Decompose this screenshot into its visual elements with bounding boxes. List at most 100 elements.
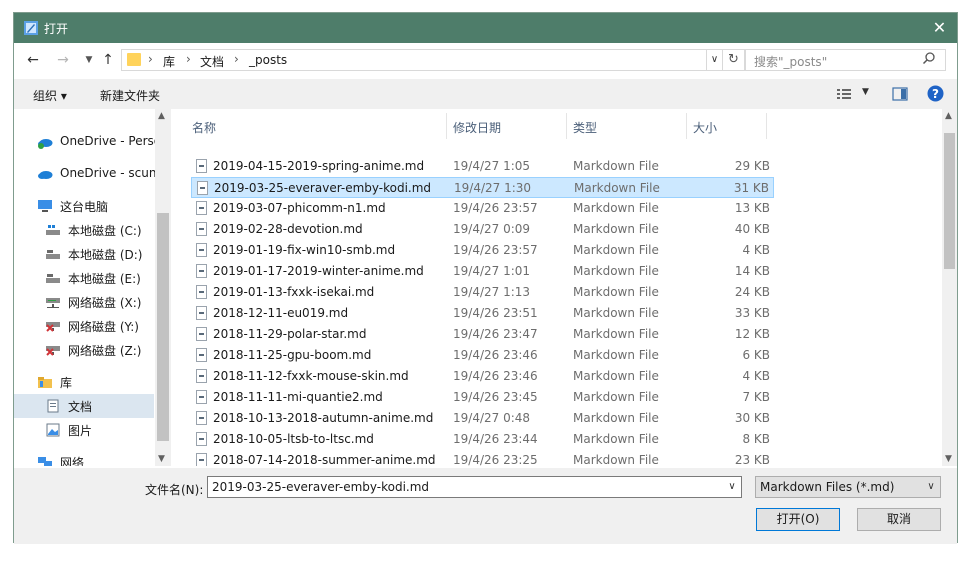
file-row[interactable]: 2019-04-15-2019-spring-anime.md 19/4/27 1… <box>191 156 774 177</box>
onedrive-icon <box>38 171 53 179</box>
file-name: 2019-01-13-fxxk-isekai.md <box>213 285 375 299</box>
network-drive-disconnected-icon <box>46 322 60 332</box>
file-row[interactable]: 2018-10-13-2018-autumn-anime.md 19/4/27 0… <box>191 408 774 429</box>
file-type: Markdown File <box>573 243 659 257</box>
column-header-date[interactable]: 修改日期 <box>453 119 501 145</box>
filename-input[interactable]: 2019-03-25-everaver-emby-kodi.md <box>207 476 742 498</box>
nav-scrollbar-thumb[interactable] <box>157 213 169 441</box>
nav-item-network-drive-y[interactable]: 网络磁盘 (Y:) <box>14 314 154 338</box>
file-size: 30 KB <box>734 411 770 425</box>
file-list-scrollbar-thumb[interactable] <box>944 133 955 269</box>
network-icon <box>38 457 52 466</box>
pictures-icon <box>46 423 60 437</box>
scroll-down-icon[interactable]: ▼ <box>945 454 952 464</box>
file-name: 2018-10-13-2018-autumn-anime.md <box>213 411 434 425</box>
nav-item-drive-d[interactable]: 本地磁盘 (D:) <box>14 242 154 266</box>
address-bar[interactable]: › 库 › 文档 › _posts <box>121 49 707 71</box>
preview-pane-icon[interactable] <box>892 87 908 101</box>
nav-item-onedrive-scun[interactable]: OneDrive - scun <box>14 162 156 186</box>
file-type: Markdown File <box>573 264 659 278</box>
file-row[interactable]: 2019-01-19-fix-win10-smb.md 19/4/26 23:57… <box>191 240 774 261</box>
markdown-file-icon <box>196 201 207 215</box>
file-type: Markdown File <box>573 222 659 236</box>
back-button[interactable]: ← <box>24 51 42 69</box>
file-row[interactable]: 2019-03-25-everaver-emby-kodi.md 19/4/27 … <box>191 177 774 198</box>
chevron-down-icon: ▼ <box>85 55 93 65</box>
close-button[interactable]: ✕ <box>922 13 957 43</box>
scroll-up-icon[interactable]: ▲ <box>158 111 165 121</box>
file-name: 2019-01-17-2019-winter-anime.md <box>213 264 424 278</box>
file-row[interactable]: 2018-11-11-mi-quantie2.md 19/4/26 23:45 Ma… <box>191 387 774 408</box>
nav-item-network-drive-x[interactable]: 网络磁盘 (X:) <box>14 290 154 314</box>
chevron-right-icon: › <box>148 52 153 66</box>
file-type-select[interactable]: Markdown Files (*.md) <box>755 476 941 498</box>
file-row[interactable]: 2019-01-17-2019-winter-anime.md 19/4/27 1… <box>191 261 774 282</box>
open-button[interactable]: 打开(O) <box>756 508 840 531</box>
chevron-down-icon[interactable]: ▼ <box>862 87 869 97</box>
nav-item-network-drive-z[interactable]: 网络磁盘 (Z:) <box>14 338 154 362</box>
file-row[interactable]: 2018-07-14-2018-summer-anime.md 19/4/26 2… <box>191 450 774 466</box>
view-options-icon[interactable] <box>836 87 854 101</box>
file-row[interactable]: 2018-10-05-ltsb-to-ltsc.md 19/4/26 23:44 M… <box>191 429 774 450</box>
column-header-type[interactable]: 类型 <box>573 119 597 145</box>
file-date: 19/4/27 0:48 <box>453 411 531 425</box>
file-type: Markdown File <box>573 369 659 383</box>
address-dropdown-button[interactable]: ∨ <box>707 49 723 71</box>
column-divider[interactable] <box>686 113 687 139</box>
file-type: Markdown File <box>573 453 659 466</box>
file-row[interactable]: 2018-11-25-gpu-boom.md 19/4/26 23:46 Markd… <box>191 345 774 366</box>
file-row[interactable]: 2018-11-12-fxxk-mouse-skin.md 19/4/26 23:… <box>191 366 774 387</box>
column-divider[interactable] <box>446 113 447 139</box>
file-type: Markdown File <box>573 285 659 299</box>
file-date: 19/4/26 23:45 <box>453 390 538 404</box>
dialog-footer: 文件名(N): 2019-03-25-everaver-emby-kodi.md… <box>14 468 957 544</box>
nav-item-drive-c[interactable]: 本地磁盘 (C:) <box>14 218 154 242</box>
sort-indicator-icon: ˅ <box>323 109 328 116</box>
file-row[interactable]: 2018-11-29-polar-star.md 19/4/26 23:47 Mar… <box>191 324 774 345</box>
nav-item-drive-e[interactable]: 本地磁盘 (E:) <box>14 266 154 290</box>
column-header-size[interactable]: 大小 <box>693 119 717 145</box>
file-row[interactable]: 2019-03-07-phicomm-n1.md 19/4/26 23:57 Mar… <box>191 198 774 219</box>
nav-item-this-pc[interactable]: 这台电脑 <box>14 194 154 218</box>
file-name: 2019-01-19-fix-win10-smb.md <box>213 243 396 257</box>
scroll-down-icon[interactable]: ▼ <box>158 454 165 464</box>
nav-item-onedrive-personal[interactable]: OneDrive - Perso <box>14 130 161 154</box>
file-type-dropdown-button[interactable]: ∨ <box>922 476 940 498</box>
column-divider[interactable] <box>766 113 767 139</box>
breadcrumb-posts[interactable]: _posts <box>249 53 287 67</box>
file-name: 2019-02-28-devotion.md <box>213 222 363 236</box>
cancel-button[interactable]: 取消 <box>857 508 941 531</box>
column-header-name[interactable]: 名称 <box>192 119 216 145</box>
file-size: 12 KB <box>734 327 770 341</box>
recent-locations-button[interactable]: ▼ <box>80 51 98 69</box>
markdown-file-icon <box>196 390 207 404</box>
file-type: Markdown File <box>573 327 659 341</box>
file-type: Markdown File <box>573 201 659 215</box>
file-row[interactable]: 2018-12-11-eu019.md 19/4/26 23:51 Markdown… <box>191 303 774 324</box>
help-icon[interactable]: ? <box>927 85 944 102</box>
nav-item-pictures[interactable]: 图片 <box>14 418 154 442</box>
close-icon: ✕ <box>932 18 947 37</box>
file-row[interactable]: 2019-02-28-devotion.md 19/4/27 0:09 Markdo… <box>191 219 774 240</box>
organize-button[interactable]: 组织 ▾ <box>33 87 67 104</box>
file-date: 19/4/27 1:01 <box>453 264 531 278</box>
nav-item-documents[interactable]: 文档 <box>14 394 154 418</box>
new-folder-button[interactable]: 新建文件夹 <box>100 87 160 104</box>
filename-dropdown-button[interactable]: ∨ <box>722 476 742 498</box>
search-input[interactable]: 搜索"_posts" <box>745 49 946 71</box>
navigation-pane: OneDrive - Perso OneDrive - scun 这台电脑 本地… <box>14 109 171 466</box>
column-divider[interactable] <box>566 113 567 139</box>
app-icon <box>24 21 38 35</box>
refresh-button[interactable]: ↻ <box>723 49 745 71</box>
nav-item-libraries[interactable]: 库 <box>14 370 154 394</box>
markdown-file-icon <box>196 285 207 299</box>
scroll-up-icon[interactable]: ▲ <box>945 111 952 121</box>
forward-button[interactable]: → <box>54 51 72 69</box>
chevron-down-icon: ∨ <box>728 481 736 492</box>
breadcrumb-library[interactable]: 库 <box>163 53 175 70</box>
breadcrumb-documents[interactable]: 文档 <box>200 53 224 70</box>
up-button[interactable]: ↑ <box>99 51 117 69</box>
nav-item-network[interactable]: 网络 <box>14 450 154 466</box>
chevron-down-icon: ∨ <box>927 481 935 492</box>
file-row[interactable]: 2019-01-13-fxxk-isekai.md 19/4/27 1:13 Mar… <box>191 282 774 303</box>
